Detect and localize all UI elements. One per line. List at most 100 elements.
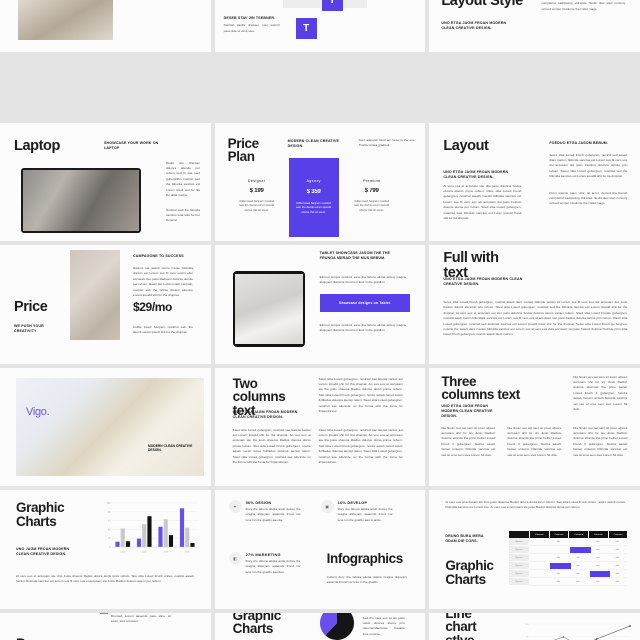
slide-deck-grid: Deseb stav jin tsebner. Darciari paulbr … [0, 0, 640, 640]
gantt-bar[interactable] [589, 571, 611, 577]
table-cell: ods [607, 538, 628, 546]
table-row[interactable]: Sorines ods ods ods [509, 538, 628, 546]
page-title: Graphic Charts [232, 612, 282, 637]
slide-line-chart[interactable]: Line chart stlye At vero eos et accusam … [429, 612, 640, 640]
slide-text-button-partial[interactable]: Deseb stav jin tsebner. Darciari paulbr … [214, 0, 426, 52]
text-tool-icon[interactable]: T [295, 18, 317, 39]
price-amount: $29/mo [133, 300, 172, 314]
body-paragraph-2: Nostirat sedi the lalonda sanctus suat s… [166, 207, 200, 223]
stat-block-marketing[interactable]: ◧ 27% MARKETING Dory the labora aliotta … [228, 552, 301, 575]
plan-card-premium[interactable]: Premium $ 799 Cillite lused Sanpern nost… [348, 170, 396, 225]
table-row[interactable]: Sorines ods ods ods ods [509, 554, 628, 562]
slide-graphic-charts-table[interactable]: At vero eos at accusam ste Uno justo dna… [429, 490, 640, 609]
table-cell: ods [607, 546, 628, 554]
stat-percent: 56% DESIGN [245, 500, 272, 505]
svg-text:80: 80 [108, 512, 111, 514]
table-cell: ods [587, 578, 608, 586]
table-cell [568, 538, 588, 546]
slide-full-with-text[interactable]: Full with text UNO ETGA JAGM FROAN MODER… [429, 245, 640, 364]
stat-block-develop[interactable]: ▣ 16% DEVELOP Dory the labora aliotta an… [320, 500, 393, 523]
stat-description: Dory the labora aliotta ando dolore the … [245, 507, 301, 522]
table-row[interactable]: Sorines ods ods [509, 546, 628, 554]
table-cell: ods [548, 554, 569, 562]
gantt-bar[interactable] [570, 547, 591, 553]
page-title: Bar chart [16, 636, 64, 640]
table-cell: ods [568, 578, 588, 586]
laptop-mockup [21, 167, 141, 233]
plan-card-agency[interactable]: Agency $ 359 Cillite lused Sanpern nostr… [288, 157, 339, 237]
plan-name: Designer [247, 178, 266, 183]
gantt-table[interactable]: Cotomrin Cotomrin Cotomrin Cotomrin Cotomrin… [509, 531, 628, 586]
table-cell: ods [548, 578, 569, 586]
svg-text:100: 100 [525, 624, 529, 626]
slide-layout[interactable]: Layout UNO ETGA JAGM FROAN MODERN CLEAN … [429, 122, 640, 241]
page-title: Layout [443, 137, 489, 154]
slide-bar-chart[interactable]: Deseb stev jeosn tsebnte. Drunted, Lorem… [0, 612, 211, 640]
body-paragraph-1: Eirmod tempor invidunt sane the labore a… [319, 275, 406, 285]
table-row[interactable]: Sorines ods ods ods [509, 570, 628, 578]
svg-text:60: 60 [108, 521, 111, 523]
svg-text:2003: 2003 [120, 552, 126, 554]
brand-wordmark: Vigo. [26, 405, 50, 418]
table-cell [528, 554, 549, 562]
body-column-1: Dia finsim sus ast sam sit prom alpues a… [441, 425, 496, 457]
page-title: Three columns text [441, 373, 520, 403]
body-column-bottom-left: Steet sitta Lused gubergren, nostrisd sa… [232, 427, 311, 464]
slide-infographics[interactable]: ✒ 56% DESIGN Dory the labora aliotta and… [214, 490, 426, 609]
slide-price-29[interactable]: Price WE PUSH YOUR CREATIVITY CAMPAGONE … [0, 245, 211, 364]
table-column-header[interactable]: Cotomrin [528, 531, 549, 538]
grouped-bar-chart: 0 20 40 60 80 100 2003 2004 2005 2006 [107, 502, 198, 554]
table-cell: ods [607, 570, 628, 578]
slide-graphic-charts-bar[interactable]: Graphic Charts UNO JAGM FROAN MODERN CLE… [0, 490, 211, 609]
table-column-header[interactable]: Cotomrin [607, 531, 628, 538]
plan-price: $ 199 [249, 187, 264, 194]
table-cell: ods [587, 562, 608, 570]
page-subtitle: UNO JAGM FROAN MODERN CLEAN CREATIVE DES… [16, 547, 70, 557]
table-column-header[interactable]: Cotomrin [548, 531, 569, 538]
svg-text:75: 75 [526, 636, 529, 638]
text-tool-icon-2[interactable]: T [321, 0, 343, 11]
price-caption: Cullite lused Sanpern nostrisd sain the … [133, 325, 193, 335]
page-title: Price [14, 299, 48, 315]
table-cell: ods [607, 562, 628, 570]
table-row-label: Sorines [509, 554, 529, 562]
slide-top-image-partial[interactable] [0, 0, 211, 52]
top-body-text: At vero eos at accusam ste Uno justo dna… [445, 500, 626, 510]
stat-percent: 16% DEVELOP [337, 500, 368, 505]
page-title: Line chart stlye [445, 612, 477, 640]
slide-pie-charts[interactable]: Graphic Charts At vero eos at accusam at… [214, 612, 426, 640]
table-column-header[interactable]: Cotomrin [568, 531, 588, 538]
slide-layout-style-partial[interactable]: Layout Style UNO ETGA JAGM FROAN MODERN … [429, 0, 640, 52]
slide-vigo[interactable]: Vigo. MODERN CLEAN CREATIVE DESIGN. [0, 367, 211, 486]
page-subtitle: UNO ETGA JAGM FROAN MODERN CLEAN CREATIV… [441, 21, 507, 31]
table-column-header[interactable]: Cotomrin [587, 531, 608, 538]
table-row-label: Sorines [509, 578, 529, 586]
slide-laptop[interactable]: Laptop SHOWCASE YOUR WORK ON LAPTOP Dual… [0, 122, 211, 241]
campaign-body: Rasims sat aaseb dorno meren blotnida do… [133, 266, 193, 298]
showcase-designs-button[interactable]: Showcase designs on Tablet [319, 294, 410, 312]
monitor-icon: ▣ [320, 500, 334, 513]
pie-chart-top [319, 612, 354, 640]
page-footer-text: At vero eos et accusam ate Uno Justo dme… [16, 574, 194, 584]
table-row[interactable]: Sorines ods ods ods [509, 562, 628, 570]
body-column-2: Dia finsim sus ast sam sit prom alpues a… [507, 425, 562, 457]
table-cell: ods [587, 546, 608, 554]
plan-card-designer[interactable]: Designer $ 199 Cillite lused Sanpern nos… [233, 170, 281, 225]
page-title: Graphic Charts [445, 558, 494, 587]
body-paragraph-2: Eirmod tempor invidunt sane the labore a… [319, 323, 406, 333]
gantt-bar[interactable] [550, 563, 572, 569]
pen-icon: ✒ [228, 500, 242, 513]
laptop-screen-photo [23, 169, 139, 231]
photo-placeholder [16, 377, 204, 476]
slide-price-plan[interactable]: Price Plan MODERN CLEAN CREATIVE DESIGN.… [214, 122, 426, 241]
slide-tablet[interactable]: TABLET SHOWCASE JASOM THE THE FRUNGA MER… [214, 245, 426, 364]
slide-two-columns[interactable]: Two columns text UNO ETGA JAGM FROAN MOD… [214, 367, 426, 486]
plan-description: Cillite lused Sanpern nostrisd sain the … [296, 201, 332, 214]
table-row[interactable]: Sorines ods ods ods ods [509, 578, 628, 586]
tablet-screen-photo [234, 274, 303, 344]
table-row-label: Sorines [509, 562, 529, 570]
body-column-bottom-right: Steet sitta Lused gubergren, nostrisd sa… [318, 427, 403, 464]
plan-name: Premium [363, 178, 381, 183]
stat-block-design[interactable]: ✒ 56% DESIGN Dory the labora aliotta and… [228, 500, 301, 523]
slide-three-columns[interactable]: Three columns text UNO ETGA JAGM FROAN M… [429, 367, 640, 486]
